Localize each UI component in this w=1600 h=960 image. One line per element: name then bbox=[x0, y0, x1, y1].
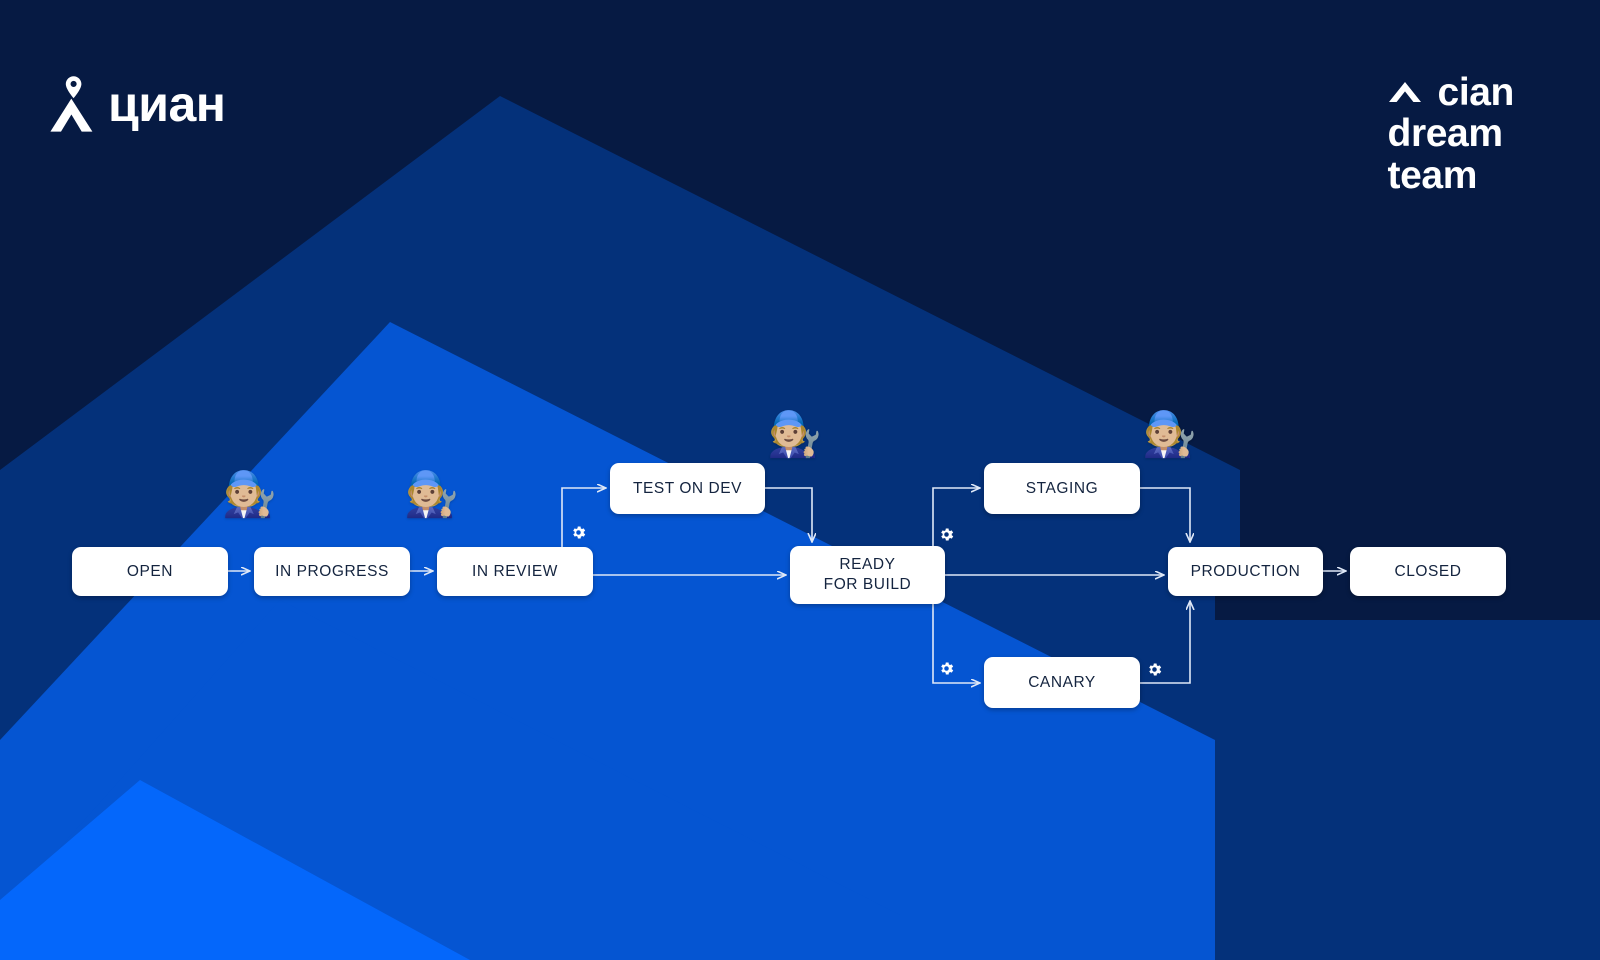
state-label: STAGING bbox=[1025, 479, 1099, 497]
gear-icon bbox=[938, 660, 955, 677]
gear-icon bbox=[1146, 661, 1163, 678]
state-node-test-on-dev[interactable]: TEST ON DEV bbox=[610, 463, 765, 514]
edge-test-on-dev-to-ready bbox=[765, 487, 812, 542]
mechanic-emoji: 🧑🏼‍🔧 bbox=[404, 470, 459, 519]
cian-wordmark: циан bbox=[108, 76, 226, 132]
state-node-production[interactable]: PRODUCTION bbox=[1168, 547, 1323, 596]
state-label: PRODUCTION bbox=[1190, 562, 1301, 580]
state-label: READY FOR BUILD bbox=[823, 556, 912, 593]
state-node-in-progress[interactable]: IN PROGRESS bbox=[254, 547, 410, 596]
state-label: OPEN bbox=[126, 562, 174, 580]
mechanic-emoji: 🧑🏼‍🔧 bbox=[767, 410, 822, 459]
mechanic-emoji: 🧑🏼‍🔧 bbox=[1142, 410, 1197, 459]
state-label: IN PROGRESS bbox=[275, 562, 389, 580]
logo-line-3: team bbox=[1387, 153, 1478, 197]
state-label: CLOSED bbox=[1394, 562, 1462, 580]
logo-line-1: cian bbox=[1437, 71, 1515, 114]
state-node-in-review[interactable]: IN REVIEW bbox=[437, 547, 593, 596]
gear-icon bbox=[570, 524, 587, 541]
state-node-staging[interactable]: STAGING bbox=[984, 463, 1140, 514]
state-label: CANARY bbox=[1028, 673, 1096, 691]
state-label: IN REVIEW bbox=[472, 562, 558, 580]
map-pin-person-icon bbox=[50, 76, 93, 132]
state-label: TEST ON DEV bbox=[632, 479, 743, 497]
state-node-ready-for-build[interactable]: READY FOR BUILD bbox=[790, 546, 945, 604]
logo-line-2: dream bbox=[1387, 112, 1503, 156]
mechanic-emoji: 🧑🏼‍🔧 bbox=[222, 470, 277, 519]
gear-icon bbox=[938, 526, 955, 543]
state-node-closed[interactable]: CLOSED bbox=[1350, 547, 1506, 596]
cian-logo: циан bbox=[48, 74, 226, 134]
state-node-open[interactable]: OPEN bbox=[72, 547, 228, 596]
slide-canvas: OPEN IN PROGRESS IN REVIEW TEST ON DEV R… bbox=[0, 0, 1600, 960]
chevron-up-icon bbox=[1388, 81, 1421, 102]
edge-staging-to-production bbox=[1140, 487, 1190, 542]
state-node-canary[interactable]: CANARY bbox=[984, 657, 1140, 708]
cian-dream-team-logo: cian dream team bbox=[1387, 71, 1515, 197]
